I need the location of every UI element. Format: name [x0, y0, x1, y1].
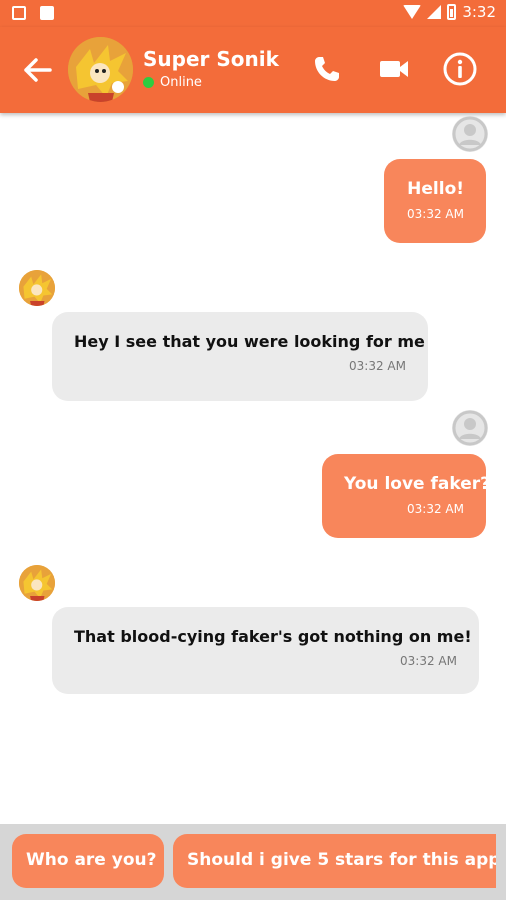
online-indicator	[143, 77, 154, 88]
message-time: 03:32 AM	[407, 502, 464, 516]
quick-reply-chip[interactable]: Who are you?	[12, 834, 164, 888]
contact-name: Super Sonik	[143, 47, 279, 71]
phone-icon[interactable]	[309, 51, 345, 87]
info-icon[interactable]	[442, 51, 478, 87]
user-avatar	[452, 410, 488, 446]
chat-header: Super Sonik Online	[0, 27, 506, 113]
message-time: 03:32 AM	[407, 207, 464, 221]
clock: 3:32	[462, 3, 496, 21]
message-time: 03:32 AM	[349, 359, 406, 373]
cellular-signal-icon	[427, 5, 442, 19]
screenshot-notification-icon	[12, 6, 26, 20]
status-bar: 3:32	[0, 0, 506, 27]
message-time: 03:32 AM	[400, 654, 457, 668]
message-text: Hey I see that you were looking for me	[74, 332, 425, 351]
user-avatar	[452, 116, 488, 152]
quick-replies-bar: Who are you? Should i give 5 stars for t…	[0, 824, 506, 900]
message-text: That blood-cying faker's got nothing on …	[74, 627, 472, 646]
message-bubble-outgoing[interactable]: You love faker? 03:32 AM	[322, 454, 490, 538]
contact-avatar-small	[19, 565, 55, 601]
message-text: Hello!	[407, 179, 464, 199]
contact-avatar-small	[19, 270, 55, 306]
wifi-icon	[403, 5, 422, 19]
message-bubble-incoming[interactable]: That blood-cying faker's got nothing on …	[52, 607, 479, 694]
message-bubble-incoming[interactable]: Hey I see that you were looking for me 0…	[52, 312, 428, 401]
presence-label: Online	[160, 75, 202, 90]
battery-icon	[447, 4, 457, 20]
contact-avatar[interactable]	[68, 37, 133, 102]
quick-reply-chip[interactable]: Should i give 5 stars for this applic	[173, 834, 496, 888]
video-camera-icon[interactable]	[376, 51, 412, 87]
back-arrow-icon[interactable]	[22, 55, 54, 85]
message-text: You love faker?	[344, 474, 490, 494]
app-notification-icon	[40, 6, 54, 20]
message-bubble-outgoing[interactable]: Hello! 03:32 AM	[384, 159, 486, 243]
presence-status: Online	[143, 75, 202, 90]
